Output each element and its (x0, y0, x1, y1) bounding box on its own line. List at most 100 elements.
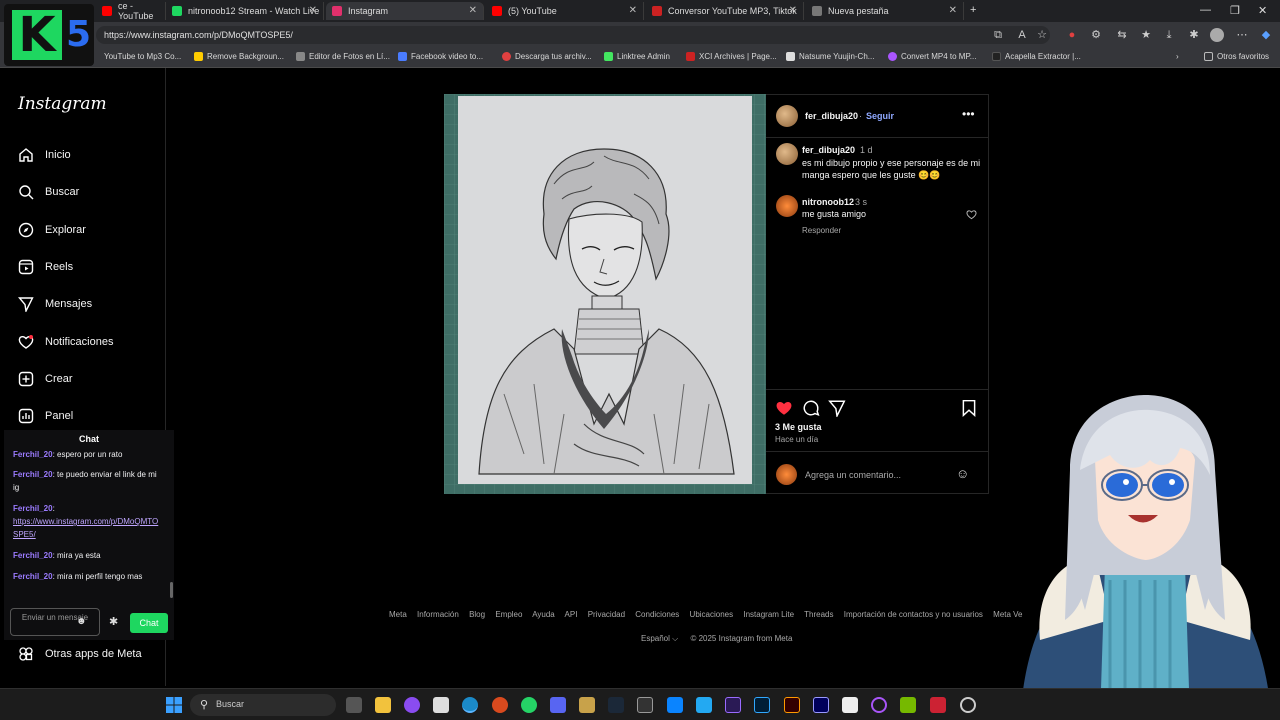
reply-button[interactable]: Responder (802, 226, 841, 235)
chevron-down-icon[interactable]: ⌵ (672, 634, 678, 643)
other-favorites[interactable]: Otros favoritos (1204, 52, 1269, 61)
chat-username[interactable]: Ferchil_20 (13, 470, 53, 479)
footer-link[interactable]: Ayuda (532, 610, 555, 619)
footer-link[interactable]: Ubicaciones (690, 610, 734, 619)
emote-icon[interactable]: ☻ (76, 616, 87, 627)
install-app-icon[interactable]: ⧉ (992, 29, 1004, 41)
obs-icon[interactable] (637, 697, 653, 713)
like-heart-filled-icon[interactable] (775, 399, 793, 417)
new-tab-plus-icon[interactable]: + (970, 4, 976, 16)
split-screen-icon[interactable]: ⇆ (1116, 29, 1128, 41)
nav-other-meta-apps[interactable]: Otras apps de Meta (18, 643, 142, 665)
windows-start-icon[interactable] (166, 697, 182, 713)
more-icon[interactable]: ⋯ (1236, 29, 1248, 41)
extension-icon[interactable]: ⚙ (1090, 29, 1102, 41)
illustrator-icon[interactable] (784, 697, 800, 713)
chat-send-button[interactable]: Chat (130, 613, 168, 633)
minimize-icon[interactable]: — (1200, 4, 1211, 16)
app-icon[interactable] (842, 697, 858, 713)
tab-conversor[interactable]: Conversor YouTube MP3, Tiktok ✕ (646, 2, 804, 20)
url-field[interactable]: https://www.instagram.com/p/DMoQMTOSPE5/ (96, 26, 1050, 44)
footer-link[interactable]: Instagram Lite (743, 610, 794, 619)
comment-username[interactable]: nitronoob12 (802, 197, 854, 207)
maximize-icon[interactable]: ❐ (1230, 4, 1240, 17)
file-explorer-icon[interactable] (375, 697, 391, 713)
emoji-icon[interactable]: ☺ (956, 466, 969, 481)
bookmark-item[interactable]: Facebook video to... (398, 52, 483, 61)
extensions-icon[interactable]: ✱ (1188, 29, 1200, 41)
chat-link[interactable]: https://www.instagram.com/p/DMoQMTOSPE5/ (13, 517, 158, 539)
favorite-star-icon[interactable]: ☆ (1036, 29, 1048, 41)
tab-instagram[interactable]: Instagram ✕ (326, 2, 484, 20)
nvidia-icon[interactable] (900, 697, 916, 713)
footer-link[interactable]: Información (417, 610, 459, 619)
add-comment-input[interactable]: Agrega un comentario... (805, 470, 901, 480)
app-icon[interactable] (930, 697, 946, 713)
close-icon[interactable]: ✕ (949, 5, 957, 16)
bookmark-item[interactable]: Linktree Admin (604, 52, 670, 61)
copilot-icon[interactable]: ◆ (1260, 29, 1272, 41)
nav-crear[interactable]: Crear (18, 368, 73, 390)
close-icon[interactable]: ✕ (629, 5, 637, 16)
likes-count[interactable]: 3 Me gusta (775, 422, 822, 432)
extension-icon[interactable]: ● (1066, 29, 1078, 41)
language-selector[interactable]: Español (641, 634, 670, 643)
nav-mensajes[interactable]: Mensajes (18, 293, 92, 315)
store-icon[interactable] (433, 697, 449, 713)
favorites-icon[interactable]: ★ (1140, 29, 1152, 41)
gear-icon[interactable]: ✱ (109, 615, 118, 628)
bookmark-item[interactable]: Descarga tus archiv... (502, 52, 592, 61)
discord-icon[interactable] (550, 697, 566, 713)
footer-link[interactable]: Condiciones (635, 610, 679, 619)
bookmark-item[interactable]: Acapella Extractor |... (992, 52, 1081, 61)
app-icon[interactable] (579, 697, 595, 713)
bookmark-item[interactable]: Convert MP4 to MP... (888, 52, 976, 61)
whatsapp-icon[interactable] (521, 697, 537, 713)
bookmark-item[interactable]: Editor de Fotos en Lí... (296, 52, 390, 61)
edge-browser-icon[interactable] (462, 697, 478, 713)
nav-panel[interactable]: Panel (18, 405, 73, 427)
read-aloud-icon[interactable]: A (1016, 29, 1028, 41)
chat-username[interactable]: Ferchil_20 (13, 450, 53, 459)
tab-youtube-2[interactable]: (5) YouTube ✕ (486, 2, 644, 20)
post-image[interactable] (444, 94, 766, 494)
chat-scrollbar[interactable] (170, 582, 173, 598)
footer-link[interactable]: Blog (469, 610, 485, 619)
author-username[interactable]: fer_dibuja20 (805, 111, 858, 121)
copilot-app-icon[interactable] (404, 697, 420, 713)
task-view-icon[interactable] (346, 697, 362, 713)
comment-like-heart-icon[interactable] (966, 209, 977, 220)
author-avatar[interactable] (776, 105, 798, 127)
footer-link[interactable]: Privacidad (588, 610, 625, 619)
caption-avatar[interactable] (776, 143, 798, 165)
instagram-logo[interactable]: Instagram (18, 94, 107, 114)
nav-notificaciones[interactable]: Notificaciones (18, 331, 113, 353)
download-icon[interactable]: ⤓ (1163, 29, 1175, 41)
window-close-icon[interactable]: ✕ (1258, 4, 1267, 17)
footer-link[interactable]: Importación de contactos y no usuarios (844, 610, 983, 619)
close-icon[interactable]: ✕ (469, 5, 477, 16)
nav-inicio[interactable]: Inicio (18, 144, 71, 166)
tab-nitronoob-stream[interactable]: nitronoob12 Stream - Watch Live ✕ (166, 2, 324, 20)
comment-icon[interactable] (802, 399, 820, 417)
tab-youtube-1[interactable]: ce - YouTube (96, 1, 166, 21)
photoshop-icon[interactable] (754, 697, 770, 713)
footer-link[interactable]: Meta (389, 610, 407, 619)
footer-link[interactable]: Empleo (495, 610, 522, 619)
profile-avatar[interactable] (1210, 28, 1224, 42)
app-icon[interactable] (667, 697, 683, 713)
chat-username[interactable]: Ferchil_20 (13, 504, 53, 513)
nav-buscar[interactable]: Buscar (18, 181, 79, 203)
steam-icon[interactable] (608, 697, 624, 713)
follow-button[interactable]: Seguir (866, 111, 894, 121)
chevron-right-icon[interactable]: › (1176, 52, 1179, 61)
premiere-icon[interactable] (725, 697, 741, 713)
app-icon[interactable] (492, 697, 508, 713)
more-options-icon[interactable]: ••• (962, 107, 975, 121)
chat-username[interactable]: Ferchil_20 (13, 551, 53, 560)
nav-reels[interactable]: Reels (18, 256, 73, 278)
bookmark-save-icon[interactable] (961, 399, 977, 417)
nav-explorar[interactable]: Explorar (18, 219, 86, 241)
footer-link[interactable]: Threads (804, 610, 833, 619)
close-icon[interactable]: ✕ (309, 5, 317, 16)
